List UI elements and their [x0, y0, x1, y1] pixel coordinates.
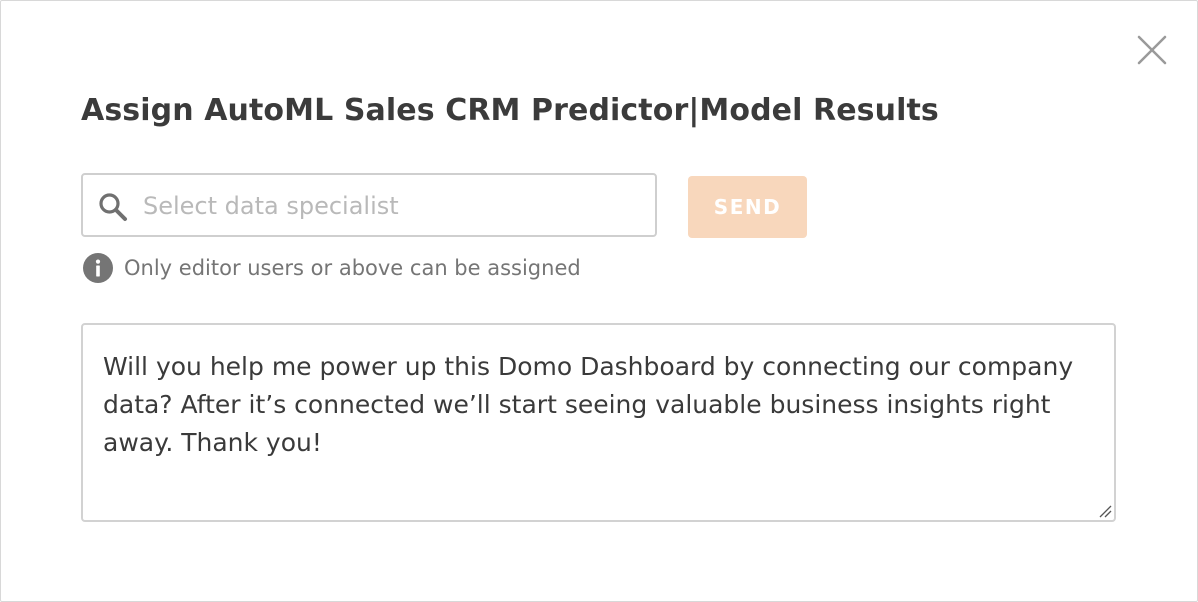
close-icon[interactable]	[1135, 33, 1169, 67]
assign-dialog: Assign AutoML Sales CRM Predictor|Model …	[0, 0, 1198, 602]
message-field[interactable]: Will you help me power up this Domo Dash…	[81, 323, 1116, 522]
hint-text: Only editor users or above can be assign…	[124, 256, 581, 280]
dialog-title: Assign AutoML Sales CRM Predictor|Model …	[81, 93, 939, 128]
send-button[interactable]: SEND	[688, 176, 807, 238]
close-button[interactable]	[1135, 33, 1169, 67]
assignee-search-input[interactable]	[143, 187, 643, 225]
info-icon	[83, 253, 113, 283]
assignee-search-field[interactable]	[81, 173, 657, 237]
resize-handle-icon[interactable]	[1096, 502, 1112, 518]
search-icon	[99, 193, 127, 221]
assign-hint: Only editor users or above can be assign…	[83, 252, 581, 284]
message-textarea[interactable]: Will you help me power up this Domo Dash…	[83, 325, 1114, 520]
